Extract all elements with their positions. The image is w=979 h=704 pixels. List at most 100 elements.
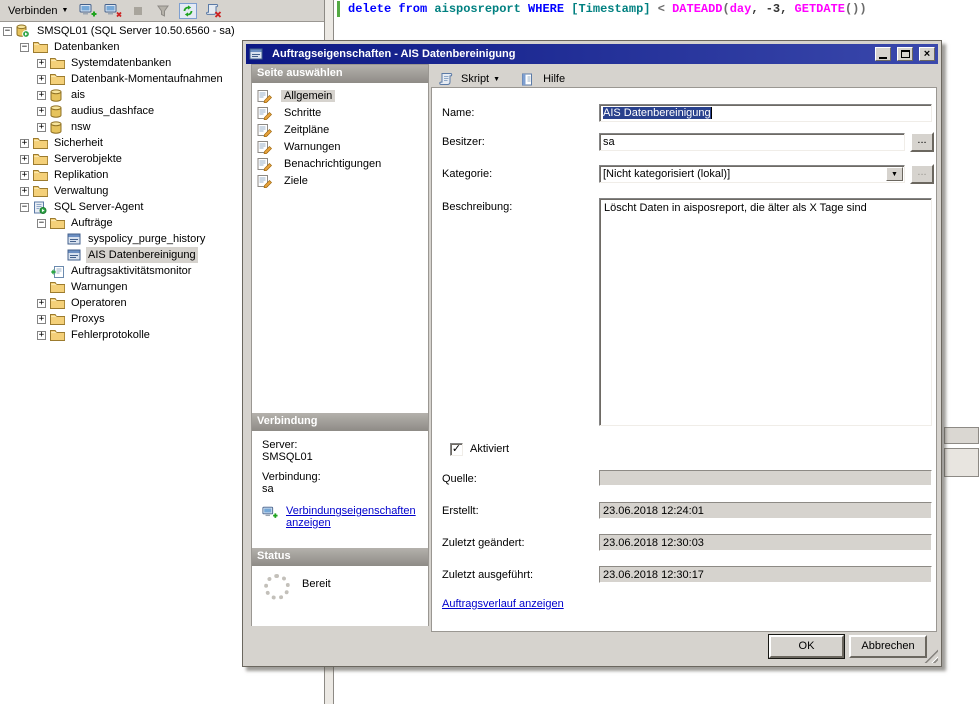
tree-item-label[interactable]: Replikation xyxy=(52,167,110,183)
sidebar-page-schritte[interactable]: Schritte xyxy=(252,104,428,121)
expand-icon[interactable]: + xyxy=(37,91,46,100)
collapse-icon[interactable]: − xyxy=(3,27,12,36)
description-textarea[interactable]: Löscht Daten in aisposreport, die älter … xyxy=(599,198,932,426)
tree-item-label[interactable]: SQL Server-Agent xyxy=(52,199,145,215)
owner-input[interactable]: sa xyxy=(599,133,905,151)
maximize-button[interactable] xyxy=(897,47,913,61)
tree-item-label[interactable]: Aufträge xyxy=(69,215,115,231)
sidebar-page-ziele[interactable]: Ziele xyxy=(252,172,428,189)
dialog-titlebar[interactable]: Auftragseigenschaften - AIS Datenbereini… xyxy=(246,44,938,64)
pages-header: Seite auswählen xyxy=(252,65,428,83)
tree-item-label[interactable]: AIS Datenbereinigung xyxy=(86,247,198,263)
collapse-icon[interactable]: − xyxy=(20,203,29,212)
tree-item-label[interactable]: Warnungen xyxy=(69,279,129,295)
name-value: AIS Datenbereinigung xyxy=(603,107,711,119)
server-label: Server: xyxy=(262,439,428,451)
category-label: Kategorie: xyxy=(442,168,492,180)
sidebar-page-zeitpläne[interactable]: Zeitpläne xyxy=(252,121,428,138)
tree-item-label[interactable]: syspolicy_purge_history xyxy=(86,231,207,247)
connect-dropdown-button[interactable]: Verbinden ▼ xyxy=(4,4,72,18)
connection-properties-icon xyxy=(262,505,278,519)
sidebar-page-label[interactable]: Allgemein xyxy=(281,90,335,102)
tree-item-label[interactable]: Verwaltung xyxy=(52,183,110,199)
ok-button[interactable]: OK xyxy=(769,635,844,658)
database-icon xyxy=(50,104,66,118)
tree-item-label[interactable]: ais xyxy=(69,87,87,103)
sql-token: [Timestamp] xyxy=(571,2,657,16)
connection-header: Verbindung xyxy=(252,413,428,431)
tree-item[interactable]: − SMSQL01 (SQL Server 10.50.6560 - sa) xyxy=(0,23,323,39)
help-button[interactable]: Hilfe xyxy=(517,71,568,87)
collapse-icon[interactable]: − xyxy=(37,219,46,228)
sidebar-page-label[interactable]: Zeitpläne xyxy=(281,124,332,136)
tree-item-label[interactable]: nsw xyxy=(69,119,93,135)
general-page-panel: Name: AIS Datenbereinigung Besitzer: sa … xyxy=(431,87,937,632)
minimize-button[interactable] xyxy=(875,47,891,61)
expand-icon[interactable]: + xyxy=(37,59,46,68)
expand-icon[interactable]: + xyxy=(37,331,46,340)
maximize-icon xyxy=(901,50,910,58)
refresh-icon[interactable] xyxy=(178,2,198,19)
job-history-link[interactable]: Auftragsverlauf anzeigen xyxy=(442,598,564,610)
enabled-checkbox[interactable]: ✓ xyxy=(450,443,463,456)
sidebar-page-warnungen[interactable]: Warnungen xyxy=(252,138,428,155)
collapse-icon[interactable]: − xyxy=(20,43,29,52)
tree-item-label[interactable]: SMSQL01 (SQL Server 10.50.6560 - sa) xyxy=(35,23,237,39)
script-label: Skript xyxy=(461,73,489,85)
disconnect-icon[interactable] xyxy=(103,2,123,19)
sidebar-page-label[interactable]: Schritte xyxy=(281,107,324,119)
sidebar-page-label[interactable]: Ziele xyxy=(281,175,311,187)
tree-item-label[interactable]: Operatoren xyxy=(69,295,129,311)
expand-icon[interactable]: + xyxy=(37,315,46,324)
connect-icon[interactable] xyxy=(78,2,98,19)
sql-statement[interactable]: delete from aisposreport WHERE [Timestam… xyxy=(348,2,867,16)
tree-item-label[interactable]: Systemdatenbanken xyxy=(69,55,173,71)
folder-icon xyxy=(50,280,66,294)
tree-item-label[interactable]: Sicherheit xyxy=(52,135,105,151)
sidebar-page-benachrichtigungen[interactable]: Benachrichtigungen xyxy=(252,155,428,172)
tree-item-label[interactable]: Auftragsaktivitätsmonitor xyxy=(69,263,193,279)
sidebar-page-allgemein[interactable]: Allgemein xyxy=(252,87,428,104)
progress-spinner-icon xyxy=(264,574,290,600)
job-icon xyxy=(249,47,265,61)
expand-icon[interactable]: + xyxy=(20,171,29,180)
source-label: Quelle: xyxy=(442,473,477,485)
sql-token: < xyxy=(658,2,672,16)
expand-icon[interactable]: + xyxy=(37,299,46,308)
executed-label: Zuletzt ausgeführt: xyxy=(442,569,533,581)
stop-icon[interactable] xyxy=(128,2,148,19)
close-button[interactable]: × xyxy=(919,47,935,61)
tree-item-label[interactable]: Serverobjekte xyxy=(52,151,124,167)
cancel-button[interactable]: Abbrechen xyxy=(849,635,927,658)
expand-icon[interactable]: + xyxy=(20,155,29,164)
expand-icon[interactable]: + xyxy=(37,75,46,84)
tree-item-label[interactable]: Datenbank-Momentaufnahmen xyxy=(69,71,225,87)
category-select[interactable]: [Nicht kategorisiert (lokal)] ▼ xyxy=(599,165,905,183)
script-button[interactable]: Skript ▼ xyxy=(435,71,503,87)
sidebar-page-label[interactable]: Benachrichtigungen xyxy=(281,158,384,170)
owner-browse-button[interactable]: ... xyxy=(910,132,934,152)
expand-icon[interactable]: + xyxy=(20,187,29,196)
dropdown-arrow-icon[interactable]: ▼ xyxy=(886,167,903,181)
script-error-icon[interactable] xyxy=(203,2,223,19)
tree-item-label[interactable]: audius_dashface xyxy=(69,103,156,119)
pages-list[interactable]: Allgemein Schritte Zeitpläne Warnungen Benac… xyxy=(252,83,428,413)
server-value: SMSQL01 xyxy=(262,451,428,463)
tree-item-label[interactable]: Datenbanken xyxy=(52,39,121,55)
page-edit-icon xyxy=(257,89,273,103)
tree-item-label[interactable]: Fehlerprotokolle xyxy=(69,327,152,343)
connection-properties-link[interactable]: Verbindungseigenschaften anzeigen xyxy=(286,505,414,529)
database-icon xyxy=(50,88,66,102)
expand-icon[interactable]: + xyxy=(37,107,46,116)
filter-icon[interactable] xyxy=(153,2,173,19)
object-explorer-toolbar: Verbinden ▼ xyxy=(0,0,325,22)
name-input[interactable]: AIS Datenbereinigung xyxy=(599,104,932,122)
expand-icon[interactable]: + xyxy=(37,123,46,132)
change-tracking-bar xyxy=(337,1,340,17)
tree-item-label[interactable]: Proxys xyxy=(69,311,107,327)
folder-icon xyxy=(33,152,49,166)
sidebar-page-label[interactable]: Warnungen xyxy=(281,141,343,153)
expand-icon[interactable]: + xyxy=(20,139,29,148)
background-window-fragment xyxy=(944,448,979,477)
category-browse-button[interactable]: ... xyxy=(910,164,934,184)
